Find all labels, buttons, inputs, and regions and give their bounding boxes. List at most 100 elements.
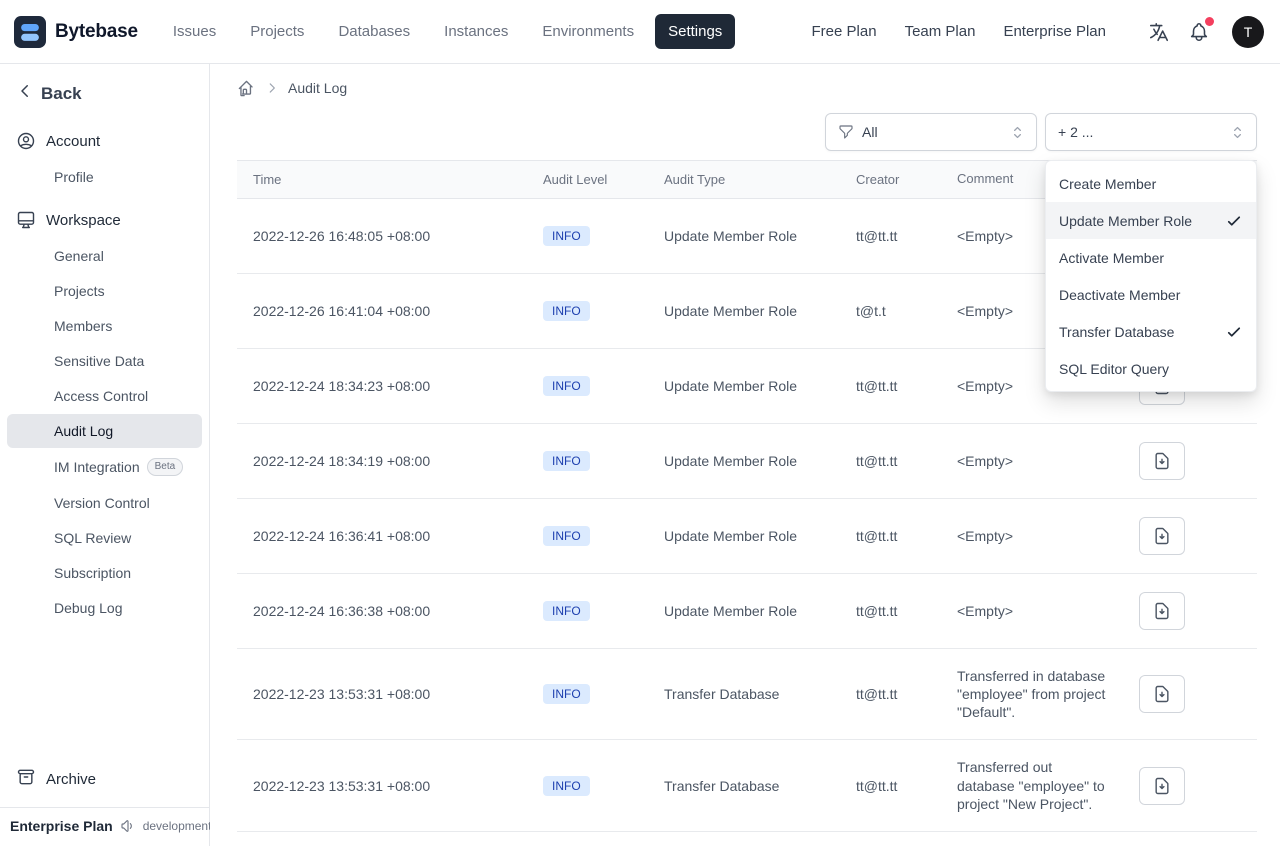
cell-comment: <Empty> xyxy=(941,498,1123,574)
column-header-audit-level: Audit Level xyxy=(527,160,648,199)
info-badge: INFO xyxy=(543,450,590,471)
current-plan-label: Enterprise Plan xyxy=(10,818,113,834)
home-icon[interactable] xyxy=(237,79,256,98)
sidebar-item-label: Audit Log xyxy=(54,423,114,439)
archive-icon xyxy=(16,767,36,791)
archive-label: Archive xyxy=(46,770,97,788)
menu-item-transfer-database[interactable]: Transfer Database xyxy=(1046,313,1256,350)
nav-item-issues[interactable]: Issues xyxy=(160,14,229,49)
audit-type-select[interactable]: + 2 ... xyxy=(1045,113,1257,151)
beta-badge: Beta xyxy=(146,458,184,476)
menu-item-update-member-role[interactable]: Update Member Role xyxy=(1046,202,1256,239)
sidebar-item-sql-review[interactable]: SQL Review xyxy=(7,521,202,555)
cell-audit-type: Update Member Role xyxy=(648,498,840,574)
filter-icon xyxy=(838,124,854,140)
audit-level-select[interactable]: All xyxy=(825,113,1037,151)
plan-link-enterprise-plan[interactable]: Enterprise Plan xyxy=(1003,23,1106,40)
language-toggle-button[interactable] xyxy=(1144,17,1174,47)
chevron-right-icon xyxy=(265,81,279,95)
cell-audit-type: Update Member Role xyxy=(648,348,840,424)
menu-item-deactivate-member[interactable]: Deactivate Member xyxy=(1046,276,1256,313)
avatar[interactable]: T xyxy=(1232,15,1264,48)
sidebar-item-projects[interactable]: Projects xyxy=(7,274,202,308)
environment-label: development xyxy=(142,819,212,833)
menu-item-label: Deactivate Member xyxy=(1059,286,1181,303)
cell-actions xyxy=(1123,423,1257,499)
sidebar-item-general[interactable]: General xyxy=(7,239,202,273)
sidebar-item-profile[interactable]: Profile xyxy=(7,160,202,194)
cell-creator: t@t.t xyxy=(840,273,941,349)
view-detail-button[interactable] xyxy=(1139,591,1185,630)
cell-audit-level: INFO xyxy=(527,273,648,349)
sidebar-item-audit-log[interactable]: Audit Log xyxy=(7,414,202,448)
plan-link-team-plan[interactable]: Team Plan xyxy=(905,23,976,40)
menu-item-label: Create Member xyxy=(1059,175,1157,192)
speaker-icon[interactable] xyxy=(120,818,136,834)
menu-item-label: Transfer Database xyxy=(1059,323,1175,340)
cell-time: 2022-12-26 16:41:04 +08:00 xyxy=(237,273,527,349)
export-document-icon xyxy=(1152,776,1172,796)
sidebar-item-im-integration[interactable]: IM Integration Beta xyxy=(7,449,202,485)
sidebar-item-sensitive-data[interactable]: Sensitive Data xyxy=(7,344,202,378)
menu-item-label: Activate Member xyxy=(1059,249,1165,266)
nav-item-databases[interactable]: Databases xyxy=(325,14,423,49)
sidebar-item-subscription[interactable]: Subscription xyxy=(7,556,202,590)
sidebar-item-debug-log[interactable]: Debug Log xyxy=(7,591,202,625)
sidebar-item-label: General xyxy=(54,248,104,264)
notifications-button[interactable] xyxy=(1184,16,1214,47)
nav-item-settings[interactable]: Settings xyxy=(655,14,736,49)
cell-time: 2022-12-24 18:34:19 +08:00 xyxy=(237,423,527,499)
view-detail-button[interactable] xyxy=(1139,441,1185,480)
cell-time: 2022-12-24 16:36:38 +08:00 xyxy=(237,573,527,649)
cell-actions xyxy=(1123,498,1257,574)
bytebase-logo[interactable]: Bytebase xyxy=(14,15,138,48)
sidebar-sections: Account Profile Workspace General Projec… xyxy=(0,115,209,626)
cell-audit-level: INFO xyxy=(527,739,648,833)
sidebar-item-label: Version Control xyxy=(54,495,150,511)
back-button[interactable]: Back xyxy=(8,76,201,111)
cell-audit-type: Update Member Role xyxy=(648,573,840,649)
main-content: Audit Log All + 2 ... Create Member Upda… xyxy=(210,64,1280,846)
plan-link-free-plan[interactable]: Free Plan xyxy=(812,23,877,40)
cell-creator: tt@tt.tt xyxy=(840,573,941,649)
breadcrumb-current: Audit Log xyxy=(288,80,348,96)
table-row: 2022-12-24 16:36:41 +08:00 INFO Update M… xyxy=(237,498,1257,574)
cell-creator: tt@tt.tt xyxy=(840,198,941,274)
cell-comment: Transferred in database "employee" from … xyxy=(941,648,1123,741)
sidebar-section-title: Account xyxy=(46,132,101,150)
cell-time: 2022-12-24 18:34:23 +08:00 xyxy=(237,348,527,424)
view-detail-button[interactable] xyxy=(1139,766,1185,805)
cell-creator: tt@tt.tt xyxy=(840,348,941,424)
translate-icon xyxy=(1148,21,1170,43)
sidebar-item-label: Sensitive Data xyxy=(54,353,145,369)
sidebar-item-members[interactable]: Members xyxy=(7,309,202,343)
sidebar-item-access-control[interactable]: Access Control xyxy=(7,379,202,413)
menu-item-create-member[interactable]: Create Member xyxy=(1046,165,1256,202)
brand-text: Bytebase xyxy=(55,20,138,42)
column-header-time: Time xyxy=(237,160,527,199)
menu-item-activate-member[interactable]: Activate Member xyxy=(1046,239,1256,276)
cell-audit-type: Update Member Role xyxy=(648,273,840,349)
plan-links: Free Plan Team Plan Enterprise Plan xyxy=(812,23,1106,40)
export-document-icon xyxy=(1152,451,1172,471)
sidebar-item-label: IM Integration xyxy=(54,459,140,475)
nav-item-projects[interactable]: Projects xyxy=(237,14,317,49)
sidebar-item-label: Debug Log xyxy=(54,600,123,616)
nav-item-instances[interactable]: Instances xyxy=(431,14,521,49)
export-document-icon xyxy=(1152,601,1172,621)
archive-button[interactable]: Archive xyxy=(8,759,201,799)
view-detail-button[interactable] xyxy=(1139,675,1185,714)
view-detail-button[interactable] xyxy=(1139,516,1185,555)
nav-item-environments[interactable]: Environments xyxy=(529,14,647,49)
table-row: 2022-12-24 16:36:38 +08:00 INFO Update M… xyxy=(237,573,1257,649)
menu-item-sql-editor-query[interactable]: SQL Editor Query xyxy=(1046,350,1256,387)
info-badge: INFO xyxy=(543,525,590,546)
sidebar-item-version-control[interactable]: Version Control xyxy=(7,486,202,520)
back-label: Back xyxy=(41,83,82,103)
sidebar-item-label: Members xyxy=(54,318,113,334)
info-badge: INFO xyxy=(543,600,590,621)
info-badge: INFO xyxy=(543,775,590,796)
cell-actions xyxy=(1123,739,1257,833)
cell-creator: tt@tt.tt xyxy=(840,423,941,499)
cell-comment: <Empty> xyxy=(941,423,1123,499)
